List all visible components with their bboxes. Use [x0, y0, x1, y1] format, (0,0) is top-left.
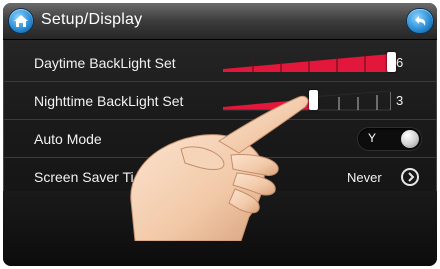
home-button[interactable]: [9, 9, 33, 33]
page-title: Setup/Display: [41, 11, 143, 28]
back-button[interactable]: [407, 9, 433, 33]
display-settings-screen: Setup/Display Daytime BackLight Set 6 Ni…: [3, 3, 437, 266]
daytime-slider-ramp: [223, 54, 391, 72]
daytime-slider-knob[interactable]: [387, 52, 396, 72]
toggle-knob: [401, 130, 419, 148]
screen-saver-value: Never: [347, 170, 382, 185]
screen-saver-label: Screen Saver Ti: [34, 169, 134, 185]
auto-mode-value: Y: [368, 131, 377, 145]
daytime-backlight-row: Daytime BackLight Set 6: [3, 45, 437, 82]
nighttime-backlight-value: 3: [396, 93, 404, 108]
back-arrow-icon: [415, 16, 426, 26]
home-icon: [14, 15, 28, 27]
title-bar: Setup/Display: [3, 3, 437, 40]
screen-saver-next-button[interactable]: [401, 168, 419, 186]
auto-mode-label: Auto Mode: [34, 131, 102, 147]
daytime-backlight-value: 6: [396, 55, 404, 70]
pointing-hand-image: [130, 95, 309, 241]
daytime-backlight-label: Daytime BackLight Set: [34, 55, 176, 71]
auto-mode-toggle[interactable]: Y: [358, 128, 421, 150]
daytime-backlight-slider[interactable]: [223, 51, 396, 73]
chevron-right-icon: [408, 172, 415, 182]
